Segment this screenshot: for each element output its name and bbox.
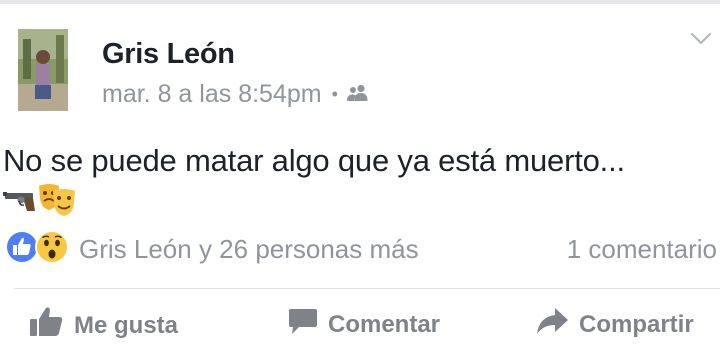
share-button[interactable]: Compartir [535, 306, 694, 343]
post-emojis [3, 182, 77, 223]
reaction-summary[interactable]: Gris León y 26 personas más [79, 234, 419, 265]
wow-reaction-icon [34, 229, 70, 270]
like-button[interactable]: Me gusta [28, 306, 178, 345]
avatar[interactable] [18, 29, 68, 111]
author-name[interactable]: Gris León [102, 38, 235, 71]
theater-masks-emoji [37, 182, 77, 223]
chevron-down-icon[interactable] [690, 32, 712, 51]
friends-icon[interactable] [346, 80, 370, 109]
meta-separator: • [331, 84, 338, 104]
post-meta: mar. 8 a las 8:54pm • [102, 80, 370, 109]
like-label: Me gusta [74, 311, 179, 339]
comment-button[interactable]: Comentar [288, 306, 440, 343]
post-text: No se puede matar algo que ya está muert… [3, 143, 625, 178]
comment-label: Comentar [328, 310, 441, 338]
top-border [0, 0, 720, 4]
timestamp[interactable]: mar. 8 a las 8:54pm [102, 80, 322, 109]
comment-bubble-icon [288, 306, 328, 343]
thumbs-up-icon [28, 306, 74, 345]
share-label: Compartir [579, 310, 694, 338]
share-arrow-icon [535, 306, 579, 343]
comments-count[interactable]: 1 comentario [567, 234, 717, 265]
actions-divider [14, 288, 720, 289]
reaction-icons[interactable] [4, 229, 70, 270]
pistol-emoji [3, 188, 37, 217]
